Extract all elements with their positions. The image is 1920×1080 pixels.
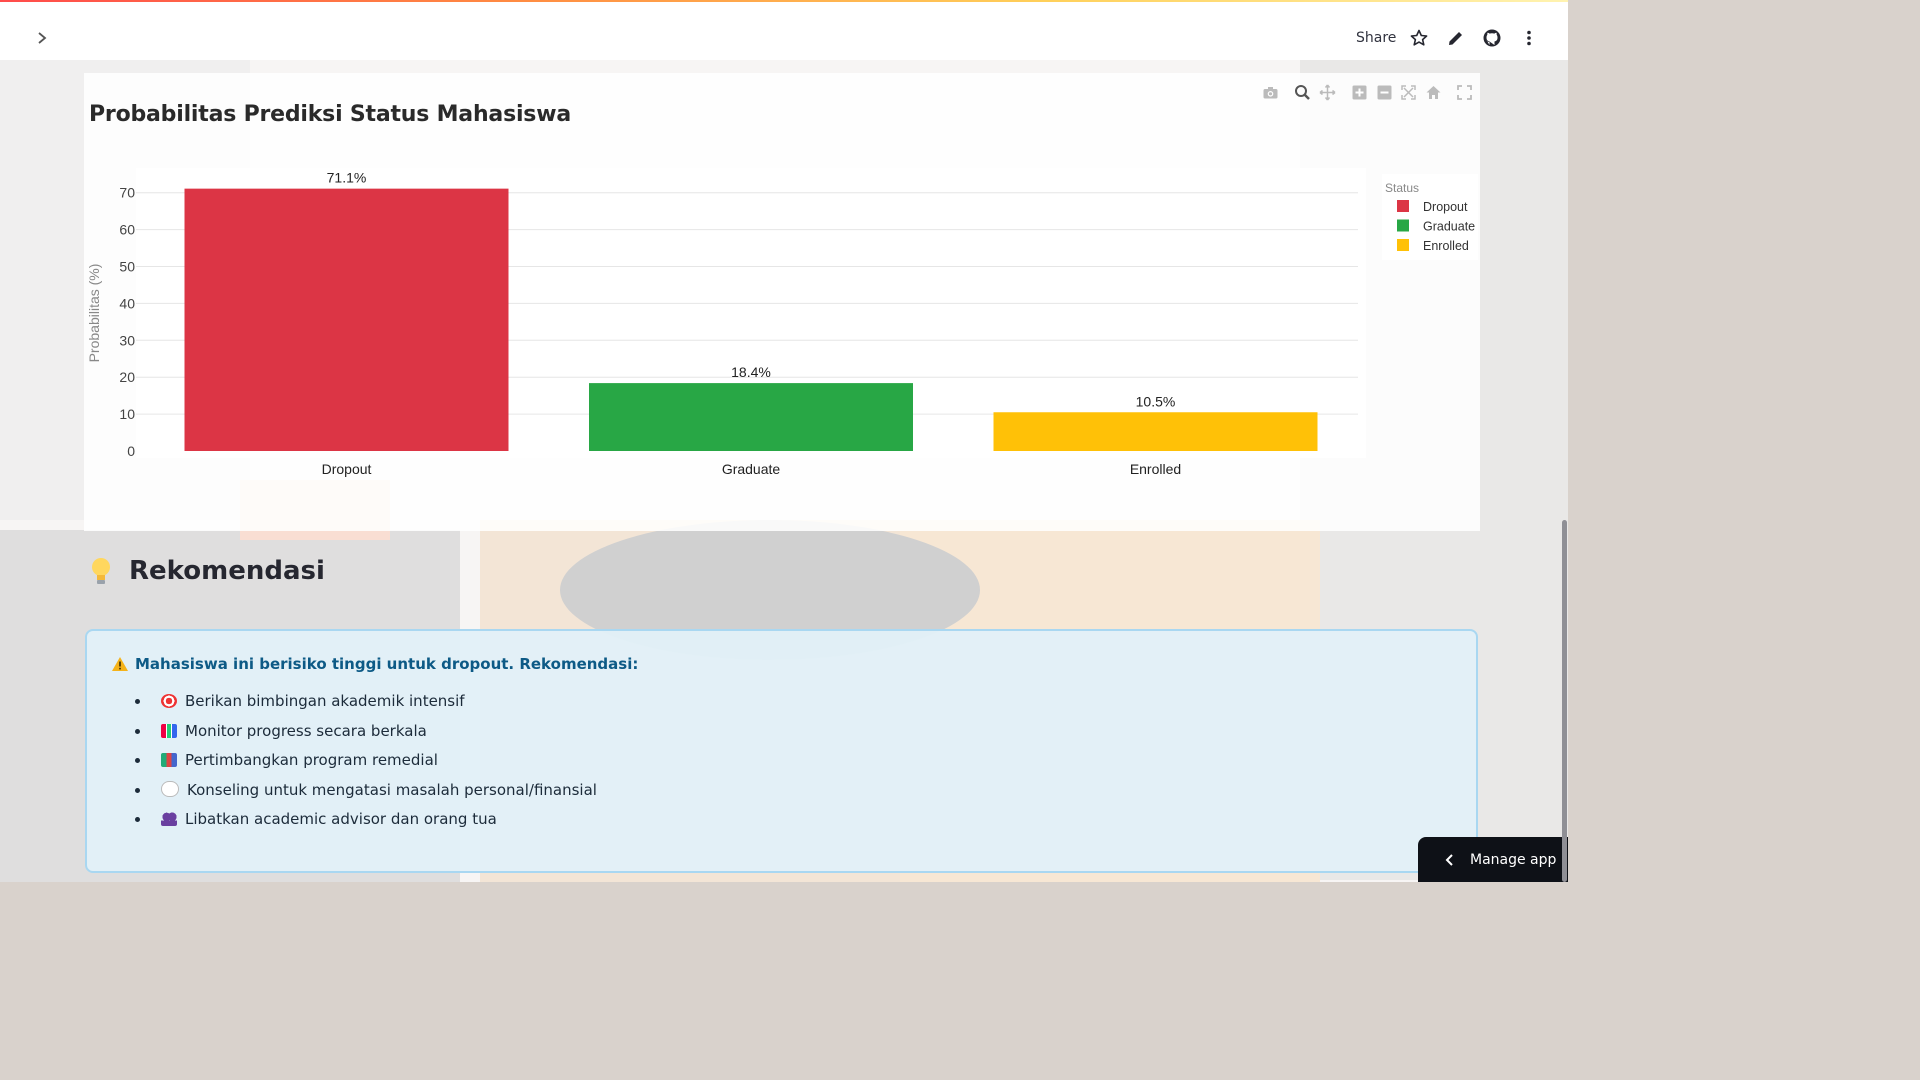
more-vert-icon[interactable]: [1519, 28, 1539, 48]
alert-text: Mahasiswa ini berisiko tinggi untuk drop…: [135, 655, 639, 673]
x-tick-label: Graduate: [722, 461, 781, 477]
y-tick-label: 50: [119, 259, 135, 275]
chevron-right-icon[interactable]: [34, 30, 50, 46]
share-button[interactable]: Share: [1356, 30, 1396, 46]
list-item: Monitor progress secara berkala: [151, 717, 597, 747]
manage-app-button[interactable]: Manage app: [1418, 837, 1568, 882]
data-label: 71.1%: [327, 170, 367, 186]
bar-graduate[interactable]: [589, 383, 913, 451]
legend-swatch: [1397, 219, 1409, 232]
y-tick-label: 10: [119, 406, 135, 422]
y-tick-label: 0: [127, 443, 135, 459]
chevron-left-icon: [1445, 853, 1453, 866]
legend-item[interactable]: Graduate: [1423, 220, 1475, 234]
y-tick-label: 20: [119, 369, 135, 385]
list-item: Berikan bimbingan akademik intensif: [151, 687, 597, 717]
legend-swatch: [1397, 239, 1409, 251]
speech-bubble-icon: [161, 780, 179, 797]
warning-alert: Mahasiswa ini berisiko tinggi untuk drop…: [85, 629, 1478, 873]
bar-dropout[interactable]: [184, 188, 509, 452]
section-heading: Rekomendasi: [89, 556, 325, 586]
y-tick-label: 40: [119, 295, 135, 311]
x-tick-label: Enrolled: [1130, 461, 1181, 477]
list-item: Pertimbangkan program remedial: [151, 746, 597, 776]
recommendation-list: Berikan bimbingan akademik intensif Moni…: [131, 687, 597, 835]
list-item: Konseling untuk mengatasi masalah person…: [151, 776, 597, 806]
legend-swatch: [1397, 200, 1409, 212]
x-tick-label: Dropout: [322, 461, 372, 477]
y-axis-label: Probabilitas (%): [86, 264, 102, 363]
bar-chart[interactable]: 0 10 20 30 40 50 60 70 71.1% Dropout 18.4% Graduate…: [0, 0, 1568, 540]
books-icon: [161, 753, 177, 767]
legend-item[interactable]: Dropout: [1423, 200, 1468, 214]
app-header: Share: [0, 2, 1568, 60]
people-icon: [161, 812, 177, 826]
data-label: 18.4%: [731, 364, 771, 380]
target-icon: [161, 694, 177, 708]
warning-icon: [112, 657, 128, 671]
pencil-icon[interactable]: [1446, 28, 1466, 48]
y-tick-label: 60: [119, 222, 135, 238]
bar-chart-icon: [161, 723, 177, 738]
data-label: 10.5%: [1136, 393, 1176, 409]
star-icon[interactable]: [1409, 28, 1429, 48]
y-tick-label: 70: [119, 185, 135, 201]
list-item: Libatkan academic advisor dan orang tua: [151, 805, 597, 835]
github-icon[interactable]: [1482, 28, 1502, 48]
bar-enrolled[interactable]: [993, 412, 1318, 451]
scrollbar-thumb[interactable]: [1562, 520, 1567, 882]
rekomendasi-title: Rekomendasi: [129, 556, 325, 586]
y-tick-label: 30: [119, 332, 135, 348]
legend-item[interactable]: Enrolled: [1423, 239, 1469, 253]
lightbulb-icon: [92, 558, 110, 584]
legend-title: Status: [1385, 181, 1419, 195]
legend[interactable]: Status Dropout Graduate Enrolled: [1382, 174, 1478, 260]
